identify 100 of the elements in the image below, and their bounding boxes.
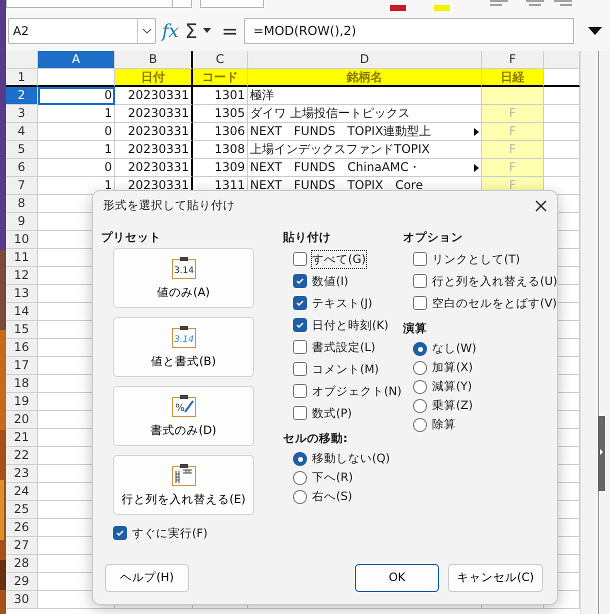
column-header[interactable]: D (248, 51, 482, 69)
formula-field[interactable]: =MOD(ROW(),2) (244, 18, 574, 44)
preset-button[interactable]: % 書式のみ(D) (113, 386, 254, 446)
column-header[interactable]: A (38, 51, 115, 69)
close-icon[interactable] (535, 200, 547, 212)
checkbox-label[interactable]: 数値(I) (312, 272, 348, 290)
row-header[interactable]: 29 (6, 573, 38, 591)
row-header[interactable]: 17 (6, 357, 38, 375)
radio-button[interactable] (293, 490, 307, 504)
checkbox[interactable] (293, 252, 307, 266)
preset-button[interactable]: 3.14 値のみ(A) (113, 248, 254, 308)
row-header[interactable]: 28 (6, 555, 38, 573)
checkbox[interactable] (113, 526, 127, 540)
row-header[interactable]: 22 (6, 447, 38, 465)
table-cell: 0 (38, 87, 115, 105)
row-header[interactable]: 6 (6, 159, 38, 177)
radio-label[interactable]: 右へ(S) (312, 488, 352, 506)
checkbox-label[interactable]: 日付と時刻(K) (312, 316, 389, 334)
column-header[interactable]: C (193, 51, 248, 69)
checkbox-label[interactable]: テキスト(J) (312, 294, 372, 312)
checkbox-label[interactable]: 書式設定(L) (312, 338, 376, 356)
table-cell: 1305 (193, 105, 248, 123)
radio-label[interactable]: 除算 (432, 416, 456, 434)
expand-icon[interactable] (588, 26, 602, 36)
radio-label[interactable]: 加算(X) (432, 359, 473, 377)
column-header[interactable]: B (115, 51, 193, 69)
function-wizard-icon[interactable]: fx (162, 18, 179, 44)
checkbox-label[interactable]: 数式(P) (312, 404, 352, 422)
caret-icon[interactable] (203, 28, 212, 34)
row-header[interactable]: 15 (6, 321, 38, 339)
row-header[interactable]: 20 (6, 411, 38, 429)
column-header[interactable]: F (482, 51, 544, 69)
help-button[interactable]: ヘルプ(H) (105, 564, 189, 592)
align-center-icon[interactable] (526, 0, 544, 8)
row-header[interactable]: 21 (6, 429, 38, 447)
row-header[interactable]: 13 (6, 285, 38, 303)
checkbox[interactable] (293, 296, 307, 310)
ok-button[interactable]: OK (354, 564, 439, 592)
checkbox[interactable] (293, 274, 307, 288)
checkbox-label[interactable]: 空白のセルをとばす(V) (432, 294, 557, 312)
row-header[interactable]: 7 (6, 177, 38, 195)
preset-button[interactable]: 行と列を入れ替える(E) (113, 455, 254, 516)
radio-label[interactable]: 移動しない(Q) (312, 450, 390, 468)
row-header[interactable]: 11 (6, 249, 38, 267)
row-header[interactable]: 19 (6, 393, 38, 411)
row-header[interactable]: 24 (6, 483, 38, 501)
checkbox[interactable] (413, 274, 427, 288)
row-header[interactable]: 4 (6, 123, 38, 141)
row-header[interactable]: 12 (6, 267, 38, 285)
row-header[interactable]: 14 (6, 303, 38, 321)
row-header[interactable]: 25 (6, 501, 38, 519)
radio-button[interactable] (413, 361, 427, 375)
radio-label[interactable]: なし(W) (432, 340, 476, 358)
radio-button[interactable] (413, 380, 427, 394)
radio-button[interactable] (293, 452, 307, 466)
radio-label[interactable]: 減算(Y) (432, 378, 472, 396)
preset-button[interactable]: 3.14 値と書式(B) (113, 317, 254, 378)
row-header[interactable]: 27 (6, 537, 38, 555)
checkbox[interactable] (293, 384, 307, 398)
radio-button[interactable] (413, 399, 427, 413)
row-header[interactable]: 16 (6, 339, 38, 357)
checkbox[interactable] (293, 362, 307, 376)
checkbox[interactable] (413, 252, 427, 266)
checkbox-label[interactable]: リンクとして(T) (432, 250, 520, 268)
radio-label[interactable]: 下へ(R) (312, 469, 353, 487)
radio-button[interactable] (293, 471, 307, 485)
checkbox-label[interactable]: すべて(G) (312, 250, 366, 268)
font-size-field[interactable] (200, 0, 264, 8)
table-cell: F (482, 141, 544, 159)
row-header[interactable]: 18 (6, 375, 38, 393)
row-header[interactable]: 23 (6, 465, 38, 483)
checkbox-label[interactable]: すぐに実行(F) (132, 524, 208, 542)
row-header[interactable]: 5 (6, 141, 38, 159)
checkbox-label[interactable]: 行と列を入れ替える(U) (432, 272, 558, 290)
row-header[interactable]: 3 (6, 105, 38, 123)
radio-button[interactable] (413, 418, 427, 432)
checkbox[interactable] (293, 318, 307, 332)
radio-button[interactable] (413, 342, 427, 356)
checkbox[interactable] (293, 406, 307, 420)
align-left-icon[interactable] (490, 0, 508, 8)
font-color-icon[interactable] (390, 5, 406, 13)
row-header[interactable]: 9 (6, 213, 38, 231)
row-header[interactable]: 8 (6, 195, 38, 213)
checkbox[interactable] (293, 340, 307, 354)
align-right-icon[interactable] (554, 0, 572, 8)
row-header[interactable]: 26 (6, 519, 38, 537)
row-header[interactable]: 10 (6, 231, 38, 249)
checkbox-label[interactable]: オブジェクト(N) (312, 382, 402, 400)
row-header[interactable]: 30 (6, 591, 38, 609)
radio-label[interactable]: 乗算(Z) (432, 397, 473, 415)
checkbox-label[interactable]: コメント(M) (312, 360, 379, 378)
table-cell: 20230331 (115, 159, 193, 177)
formula-icon[interactable]: = (221, 21, 238, 41)
sum-icon[interactable]: Σ (184, 21, 198, 41)
cancel-button[interactable]: キャンセル(C) (448, 564, 543, 592)
row-header[interactable]: 2 (6, 87, 38, 105)
checkbox[interactable] (413, 296, 427, 310)
table-cell: 1301 (193, 87, 248, 105)
row-header[interactable]: 1 (6, 69, 38, 87)
name-box[interactable]: A2 (8, 18, 156, 44)
